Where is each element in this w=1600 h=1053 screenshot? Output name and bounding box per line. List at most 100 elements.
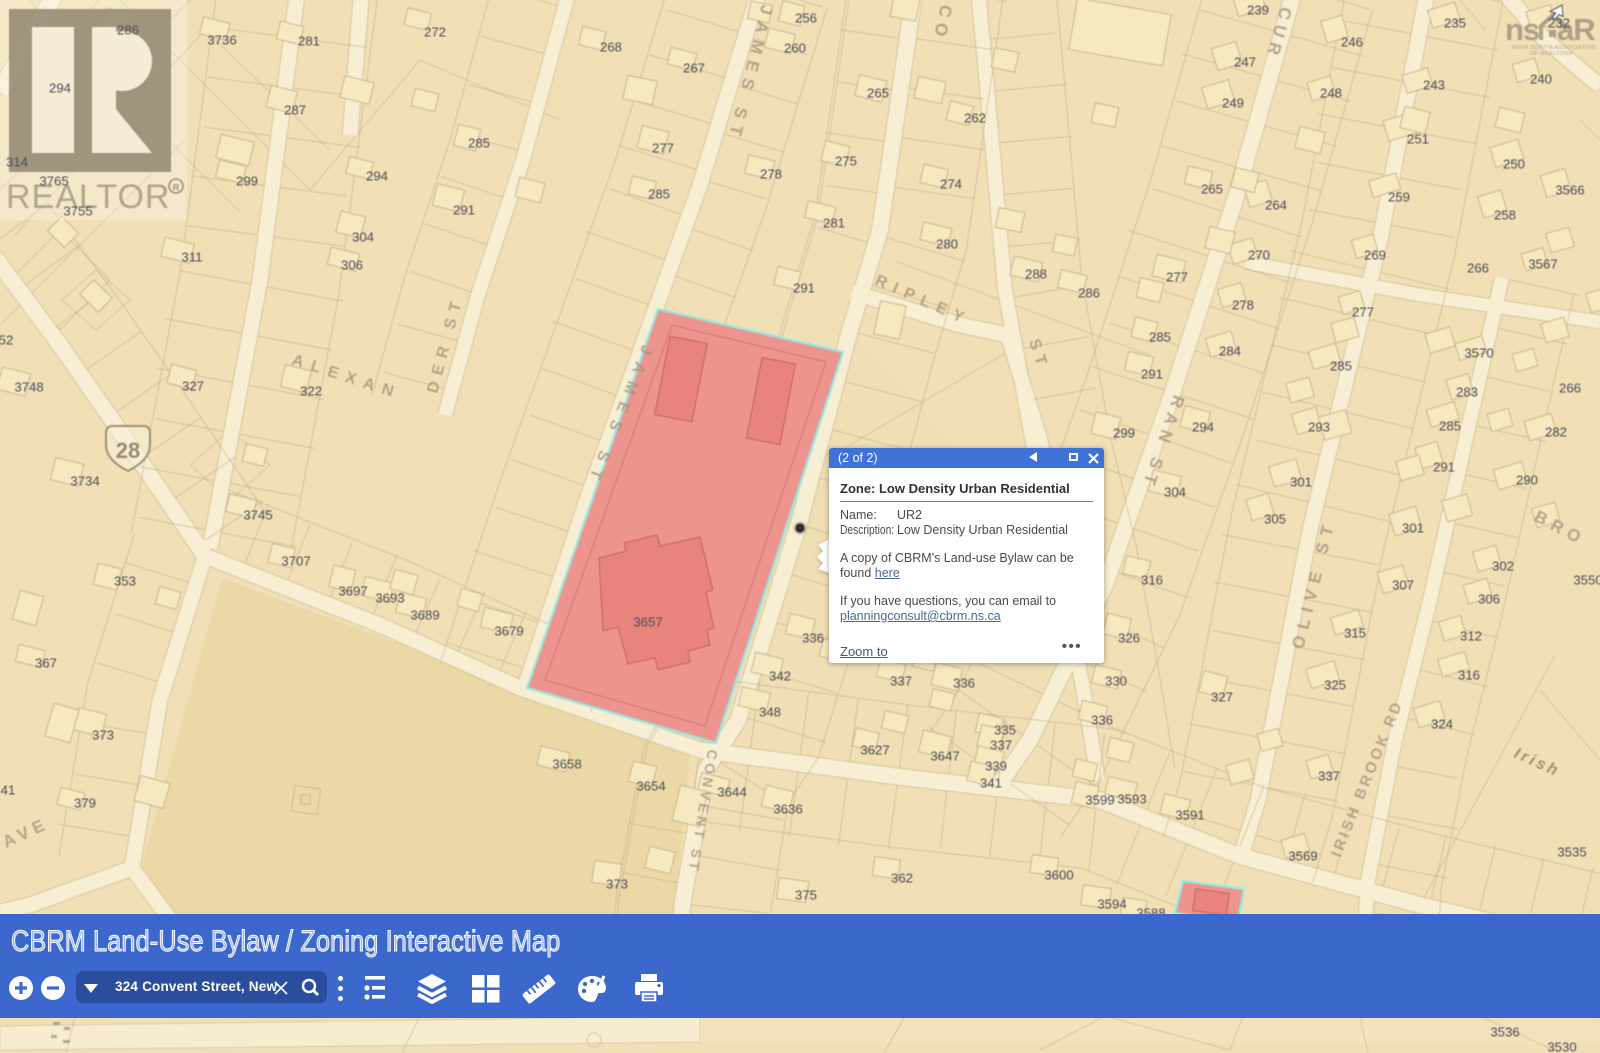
svg-text:291: 291 bbox=[1141, 367, 1163, 382]
svg-text:3600: 3600 bbox=[1044, 868, 1073, 883]
svg-text:373: 373 bbox=[92, 728, 114, 743]
svg-text:3593: 3593 bbox=[1117, 792, 1146, 807]
svg-text:28: 28 bbox=[116, 438, 140, 463]
svg-text:R: R bbox=[173, 183, 180, 193]
svg-text:282: 282 bbox=[1545, 425, 1567, 440]
svg-text:330: 330 bbox=[1105, 674, 1127, 689]
svg-text:3748: 3748 bbox=[14, 380, 43, 395]
svg-text:240: 240 bbox=[1530, 72, 1552, 87]
svg-text:336: 336 bbox=[1091, 713, 1113, 728]
svg-text:3591: 3591 bbox=[1175, 808, 1204, 823]
svg-text:291: 291 bbox=[1433, 460, 1455, 475]
svg-text:301: 301 bbox=[1402, 521, 1424, 536]
svg-text:3599: 3599 bbox=[1085, 793, 1114, 808]
svg-text:52: 52 bbox=[0, 333, 13, 348]
svg-text:259: 259 bbox=[1388, 190, 1410, 205]
svg-text:335: 335 bbox=[994, 723, 1016, 738]
svg-text:3654: 3654 bbox=[636, 779, 665, 794]
svg-text:251: 251 bbox=[1407, 132, 1429, 147]
svg-text:270: 270 bbox=[1248, 248, 1270, 263]
svg-text:285: 285 bbox=[1330, 359, 1352, 374]
svg-text:3550: 3550 bbox=[1573, 573, 1600, 588]
svg-text:311: 311 bbox=[181, 250, 202, 265]
svg-text:3689: 3689 bbox=[410, 608, 439, 623]
svg-text:353: 353 bbox=[114, 574, 136, 589]
svg-text:286: 286 bbox=[117, 23, 139, 38]
svg-text:336: 336 bbox=[953, 676, 975, 691]
svg-text:264: 264 bbox=[1265, 198, 1287, 213]
svg-text:373: 373 bbox=[606, 877, 628, 892]
svg-text:326: 326 bbox=[1118, 631, 1140, 646]
svg-text:348: 348 bbox=[759, 705, 781, 720]
svg-text:285: 285 bbox=[648, 187, 670, 202]
svg-text:375: 375 bbox=[795, 888, 817, 903]
svg-text:3530: 3530 bbox=[1547, 1040, 1576, 1053]
svg-text:339: 339 bbox=[985, 759, 1007, 774]
svg-text:290: 290 bbox=[1516, 473, 1538, 488]
svg-text:324: 324 bbox=[1431, 717, 1453, 732]
svg-text:285: 285 bbox=[468, 136, 490, 151]
svg-text:379: 379 bbox=[74, 796, 96, 811]
svg-text:306: 306 bbox=[1478, 592, 1500, 607]
svg-text:293: 293 bbox=[1308, 420, 1330, 435]
svg-text:285: 285 bbox=[1149, 330, 1171, 345]
svg-text:266: 266 bbox=[1467, 261, 1489, 276]
svg-text:235: 235 bbox=[1444, 16, 1466, 31]
svg-text:342: 342 bbox=[769, 669, 791, 684]
svg-text:275: 275 bbox=[835, 154, 857, 169]
svg-text:277: 277 bbox=[1352, 305, 1374, 320]
svg-text:OF REALTORS: OF REALTORS bbox=[1530, 51, 1573, 57]
svg-text:277: 277 bbox=[652, 141, 674, 156]
svg-text:281: 281 bbox=[823, 216, 845, 231]
svg-text:294: 294 bbox=[366, 169, 388, 184]
svg-text:3567: 3567 bbox=[1528, 257, 1557, 272]
svg-text:284: 284 bbox=[1219, 344, 1241, 359]
svg-text:277: 277 bbox=[1166, 270, 1188, 285]
svg-text:316: 316 bbox=[1458, 668, 1480, 683]
svg-text:3627: 3627 bbox=[860, 743, 889, 758]
svg-text:299: 299 bbox=[236, 174, 258, 189]
svg-text:288: 288 bbox=[1025, 267, 1047, 282]
svg-text:294: 294 bbox=[1192, 420, 1214, 435]
svg-text:362: 362 bbox=[891, 871, 913, 886]
svg-text:307: 307 bbox=[1392, 578, 1414, 593]
svg-text:337: 337 bbox=[890, 674, 912, 689]
svg-text:306: 306 bbox=[341, 258, 363, 273]
svg-text:ns: ns bbox=[1505, 12, 1539, 47]
svg-text:249: 249 bbox=[1222, 96, 1244, 111]
svg-text:367: 367 bbox=[35, 656, 57, 671]
svg-text:232: 232 bbox=[1548, 16, 1570, 31]
svg-text:247: 247 bbox=[1234, 55, 1256, 70]
svg-text:3644: 3644 bbox=[717, 785, 746, 800]
svg-text:327: 327 bbox=[182, 379, 204, 394]
svg-text:3536: 3536 bbox=[1490, 1025, 1519, 1040]
svg-text:260: 260 bbox=[784, 41, 806, 56]
svg-text:3707: 3707 bbox=[281, 554, 310, 569]
svg-text:265: 265 bbox=[1201, 182, 1223, 197]
svg-text:316: 316 bbox=[1141, 573, 1163, 588]
svg-text:3765: 3765 bbox=[39, 174, 68, 189]
svg-text:301: 301 bbox=[1290, 475, 1312, 490]
svg-text:291: 291 bbox=[793, 281, 815, 296]
svg-text:287: 287 bbox=[284, 103, 306, 118]
svg-text:3736: 3736 bbox=[207, 33, 236, 48]
svg-text:258: 258 bbox=[1494, 208, 1516, 223]
svg-text:3658: 3658 bbox=[552, 757, 581, 772]
svg-text:325: 325 bbox=[1324, 678, 1346, 693]
svg-text:302: 302 bbox=[1492, 559, 1514, 574]
svg-text:267: 267 bbox=[683, 61, 705, 76]
svg-text:336: 336 bbox=[802, 631, 824, 646]
svg-text:294: 294 bbox=[49, 81, 71, 96]
svg-text:41: 41 bbox=[1, 783, 16, 798]
svg-text:3566: 3566 bbox=[1555, 183, 1584, 198]
svg-text:3697: 3697 bbox=[338, 584, 367, 599]
svg-text:327: 327 bbox=[1211, 690, 1233, 705]
svg-text:3535: 3535 bbox=[1557, 845, 1586, 860]
svg-text:250: 250 bbox=[1503, 157, 1525, 172]
svg-text:337: 337 bbox=[1318, 769, 1340, 784]
svg-text:3679: 3679 bbox=[494, 624, 523, 639]
svg-text:314: 314 bbox=[6, 155, 28, 170]
svg-text:304: 304 bbox=[352, 230, 374, 245]
svg-text:246: 246 bbox=[1341, 35, 1363, 50]
svg-text:3657: 3657 bbox=[633, 615, 662, 630]
